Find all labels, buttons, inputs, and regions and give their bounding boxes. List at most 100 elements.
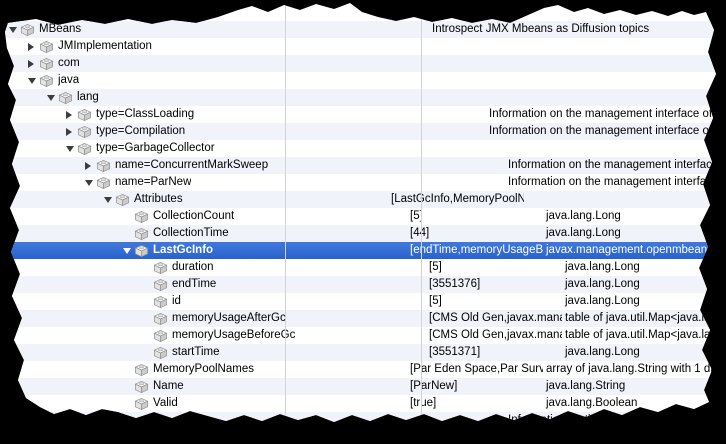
disclosure-triangle-icon[interactable] bbox=[83, 174, 96, 191]
tree-cell-value bbox=[369, 157, 505, 174]
tree-cell-value: [44] bbox=[407, 225, 543, 242]
tree-row-id[interactable]: id [5] java.lang.Long bbox=[0, 293, 726, 310]
tree-row-name-ConcurrentMarkSweep[interactable]: name=ConcurrentMarkSweep Information on … bbox=[0, 157, 726, 174]
tree-cell-value: [3551371] bbox=[426, 344, 562, 361]
mbean-icon bbox=[96, 176, 111, 190]
disclosure-triangle-icon[interactable] bbox=[7, 21, 20, 38]
tree-cell-name: endTime bbox=[0, 276, 426, 293]
tree-row-duration[interactable]: duration [5] java.lang.Long bbox=[0, 259, 726, 276]
mbean-icon bbox=[77, 108, 92, 122]
mbeans-tree-panel: MBeans Introspect JMX Mbeans as Diffusio… bbox=[0, 0, 726, 444]
tree-cell-value: [ParNew] bbox=[407, 378, 543, 395]
tree-cell-value bbox=[312, 72, 448, 89]
tree-row-label: id bbox=[172, 293, 181, 310]
tree-row-label: memoryUsageBeforeGc bbox=[172, 327, 295, 344]
screenshot-stage: MBeans Introspect JMX Mbeans as Diffusio… bbox=[0, 0, 726, 444]
tree-cell-value: [LastGcInfo,MemoryPoolN bbox=[388, 191, 524, 208]
tree-cell-name bbox=[0, 412, 369, 429]
tree-cell-name: CollectionCount bbox=[0, 208, 407, 225]
tree-row-MBeans[interactable]: MBeans Introspect JMX Mbeans as Diffusio… bbox=[0, 21, 726, 38]
tree-row-label: MemoryPoolNames bbox=[153, 361, 254, 378]
tree-row-Valid[interactable]: Valid [true] java.lang.Boolean bbox=[0, 395, 726, 412]
mbean-icon bbox=[96, 159, 111, 173]
tree-row-label: MBeans bbox=[39, 21, 81, 38]
tree-row-startTime[interactable]: startTime [3551371] java.lang.Long bbox=[0, 344, 726, 361]
mbean-icon bbox=[39, 40, 54, 54]
tree-cell-value bbox=[293, 21, 429, 38]
tree-cell-name: com bbox=[0, 55, 312, 72]
tree-cell-type: Information on the management interface … bbox=[505, 412, 726, 429]
tree-cell-type: javax.management.openmbean.CompositeData bbox=[543, 242, 726, 259]
tree-cell-value bbox=[331, 89, 467, 106]
tree-cell-type: Information on the management interface … bbox=[486, 106, 726, 123]
tree-row-Attributes[interactable]: Attributes [LastGcInfo,MemoryPoolN bbox=[0, 191, 726, 208]
tree-row-label: duration bbox=[172, 259, 214, 276]
tree-row-label: Valid bbox=[153, 395, 178, 412]
mbean-icon bbox=[153, 261, 168, 275]
disclosure-triangle-icon[interactable] bbox=[64, 123, 77, 140]
column-divider-value-type[interactable] bbox=[421, 0, 422, 444]
tree-row-partial-bottom[interactable]: Information on the management interface … bbox=[0, 412, 726, 429]
tree-cell-value: [true] bbox=[407, 395, 543, 412]
tree-cell-type bbox=[467, 89, 726, 106]
tree-row-Name[interactable]: Name [ParNew] java.lang.String bbox=[0, 378, 726, 395]
tree-cell-type bbox=[486, 140, 726, 157]
tree-cell-name: lang bbox=[0, 89, 331, 106]
disclosure-triangle-icon[interactable] bbox=[26, 72, 39, 89]
tree-row-memoryUsageBeforeGc[interactable]: memoryUsageBeforeGc [CMS Old Gen,javax.m… bbox=[0, 327, 726, 344]
tree-row-label: memoryUsageAfterGc bbox=[172, 310, 286, 327]
tree-cell-name: name=ConcurrentMarkSweep bbox=[0, 157, 369, 174]
tree-row-CollectionTime[interactable]: CollectionTime [44] java.lang.Long bbox=[0, 225, 726, 242]
mbean-icon bbox=[153, 346, 168, 360]
tree-row-java[interactable]: java bbox=[0, 72, 726, 89]
tree-row-type-GarbageCollector[interactable]: type=GarbageCollector bbox=[0, 140, 726, 157]
mbean-icon bbox=[115, 193, 130, 207]
tree-row-label: LastGcInfo bbox=[153, 242, 213, 259]
tree-cell-value: [Par Eden Space,Par Survi bbox=[407, 361, 543, 378]
tree-row-lang[interactable]: lang bbox=[0, 89, 726, 106]
tree-cell-value: [3551376] bbox=[426, 276, 562, 293]
disclosure-triangle-icon[interactable] bbox=[26, 55, 39, 72]
tree-cell-name: startTime bbox=[0, 344, 426, 361]
disclosure-triangle-icon[interactable] bbox=[26, 38, 39, 55]
tree-cell-name: memoryUsageBeforeGc bbox=[0, 327, 426, 344]
column-divider-name-value[interactable] bbox=[285, 0, 286, 444]
tree-cell-name: type=ClassLoading bbox=[0, 106, 350, 123]
mbean-icon bbox=[39, 74, 54, 88]
disclosure-triangle-icon[interactable] bbox=[83, 157, 96, 174]
mbean-icon bbox=[39, 57, 54, 71]
mbean-icon bbox=[134, 397, 149, 411]
mbean-icon bbox=[77, 125, 92, 139]
disclosure-triangle-icon[interactable] bbox=[64, 106, 77, 123]
disclosure-triangle-icon[interactable] bbox=[45, 89, 58, 106]
tree-cell-value: [5] bbox=[426, 259, 562, 276]
tree-cell-name: CollectionTime bbox=[0, 225, 407, 242]
tree-row-MemoryPoolNames[interactable]: MemoryPoolNames [Par Eden Space,Par Surv… bbox=[0, 361, 726, 378]
mbean-icon bbox=[96, 414, 111, 428]
tree-cell-type: java.lang.Long bbox=[562, 344, 726, 361]
disclosure-triangle-icon[interactable] bbox=[102, 191, 115, 208]
tree-row-com[interactable]: com bbox=[0, 55, 726, 72]
tree-cell-name: type=GarbageCollector bbox=[0, 140, 350, 157]
tree-row-label: name=ParNew bbox=[115, 174, 191, 191]
tree-cell-value bbox=[312, 55, 448, 72]
tree-row-name-ParNew[interactable]: name=ParNew Information on the managemen… bbox=[0, 174, 726, 191]
tree-row-CollectionCount[interactable]: CollectionCount [5] java.lang.Long bbox=[0, 208, 726, 225]
disclosure-triangle-icon[interactable] bbox=[121, 242, 134, 259]
tree-row-LastGcInfo[interactable]: LastGcInfo [endTime,memoryUsageB javax.m… bbox=[0, 242, 726, 259]
tree-cell-type: java.lang.Long bbox=[562, 276, 726, 293]
tree-row-endTime[interactable]: endTime [3551376] java.lang.Long bbox=[0, 276, 726, 293]
tree-cell-name: Valid bbox=[0, 395, 407, 412]
tree-row-JMImplementation[interactable]: JMImplementation bbox=[0, 38, 726, 55]
tree-row-memoryUsageAfterGc[interactable]: memoryUsageAfterGc [CMS Old Gen,javax.ma… bbox=[0, 310, 726, 327]
tree-row-type-Compilation[interactable]: type=Compilation Information on the mana… bbox=[0, 123, 726, 140]
tree-row-label: CollectionCount bbox=[153, 208, 234, 225]
mbean-icon bbox=[134, 244, 149, 258]
tree-cell-value bbox=[350, 140, 486, 157]
disclosure-triangle-icon[interactable] bbox=[83, 412, 96, 429]
tree-cell-type: java.lang.Long bbox=[543, 208, 726, 225]
tree-row-type-ClassLoading[interactable]: type=ClassLoading Information on the man… bbox=[0, 106, 726, 123]
mbean-icon bbox=[77, 142, 92, 156]
tree-cell-type: java.lang.Long bbox=[562, 293, 726, 310]
disclosure-triangle-icon[interactable] bbox=[64, 140, 77, 157]
